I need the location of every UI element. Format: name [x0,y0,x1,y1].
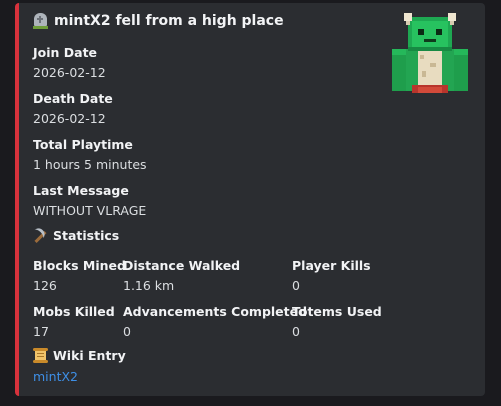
death-embed: mintX2 fell from a high place Join Date … [15,3,485,396]
total-playtime-value: 1 hours 5 minutes [33,157,147,172]
stat-name-advancements: Advancements Completed [123,304,308,319]
player-skin-thumbnail [392,13,468,93]
stat-name-distance-walked: Distance Walked [123,258,241,273]
stat-name-mobs-killed: Mobs Killed [33,304,115,319]
embed-title: mintX2 fell from a high place [33,13,284,29]
stat-value-player-kills: 0 [292,278,300,293]
stat-value-advancements: 0 [123,324,131,339]
statistics-heading: Statistics [32,225,120,244]
stat-value-distance-walked: 1.16 km [123,278,175,293]
join-date-label: Join Date [33,45,98,60]
stat-name-totems-used: Totems Used [292,304,382,319]
stat-name-player-kills: Player Kills [292,258,371,273]
embed-title-text: mintX2 fell from a high place [54,13,284,29]
wiki-entry-label: Wiki Entry [53,348,126,363]
wiki-entry-heading: Wiki Entry [33,348,126,363]
statistics-label: Statistics [53,228,120,243]
stat-value-totems-used: 0 [292,324,300,339]
wiki-entry-link[interactable]: mintX2 [33,369,78,384]
headstone-icon [33,13,48,29]
scroll-icon [33,348,48,363]
join-date-value: 2026-02-12 [33,65,106,80]
death-date-label: Death Date [33,91,113,106]
total-playtime-label: Total Playtime [33,137,133,152]
last-message-value: WITHOUT VLRAGE [33,203,147,218]
pickaxe-icon [32,225,48,244]
stat-value-mobs-killed: 17 [33,324,49,339]
last-message-label: Last Message [33,183,129,198]
death-date-value: 2026-02-12 [33,111,106,126]
stat-value-blocks-mined: 126 [33,278,57,293]
stat-name-blocks-mined: Blocks Mined [33,258,126,273]
